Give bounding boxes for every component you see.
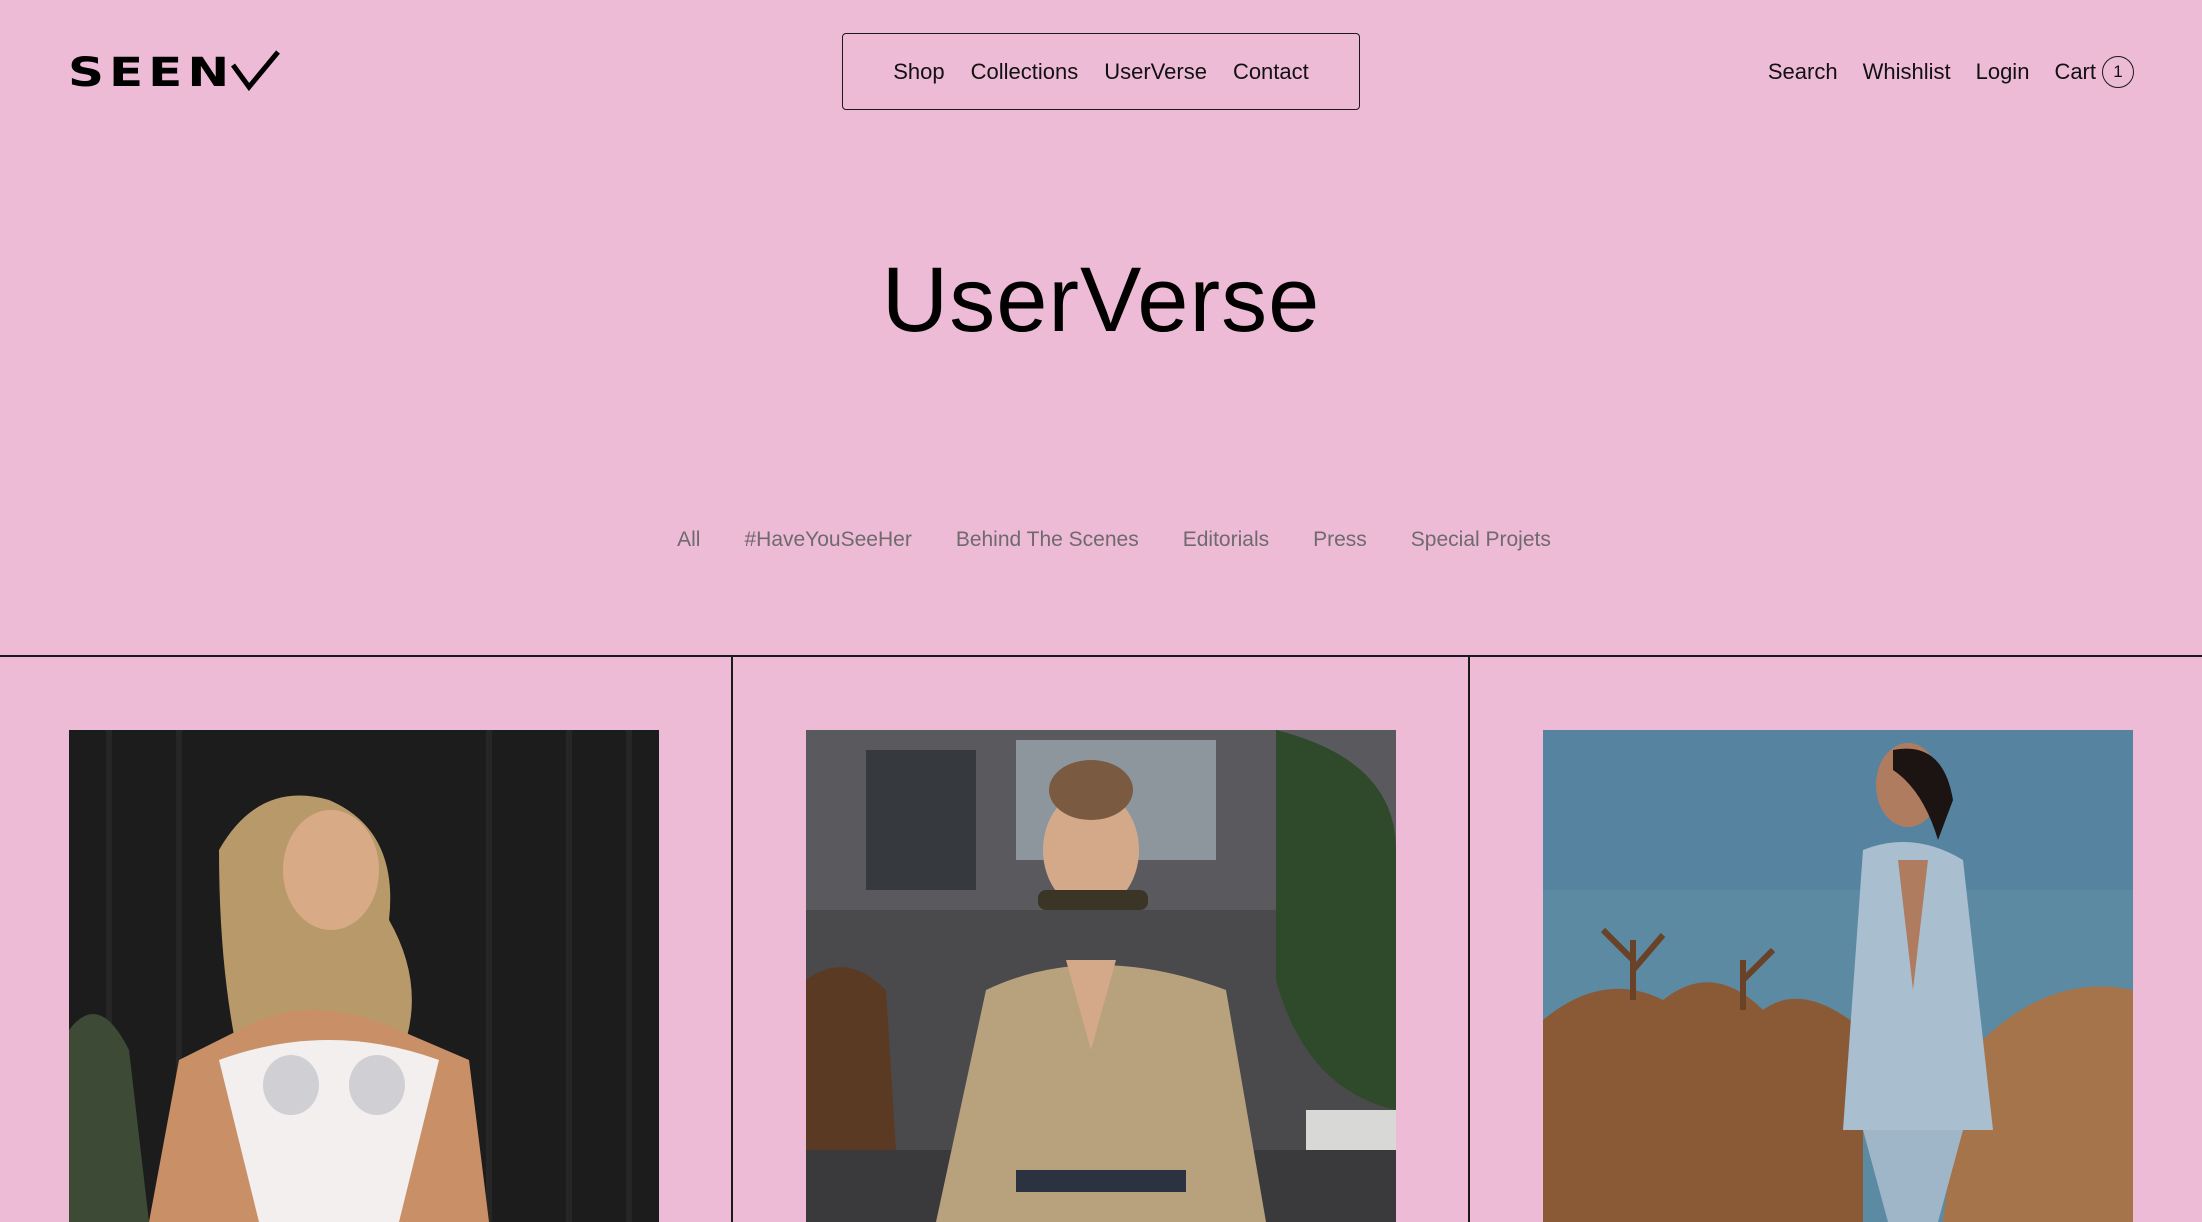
gallery-card-3[interactable] [1543, 730, 2133, 1222]
nav-collections-link[interactable]: Collections [971, 59, 1079, 85]
search-link[interactable]: Search [1768, 59, 1838, 85]
filter-press[interactable]: Press [1313, 528, 1367, 552]
nav-contact-link[interactable]: Contact [1233, 59, 1309, 85]
grid-divider-vertical [731, 656, 733, 1222]
cart-link[interactable]: Cart 1 [2054, 56, 2134, 88]
utility-nav: Search Whishlist Login Cart 1 [1768, 56, 2134, 88]
gallery-card-1[interactable] [69, 730, 659, 1222]
filter-haveyouseeher[interactable]: #HaveYouSeeHer [744, 528, 911, 552]
main-nav: Shop Collections UserVerse Contact [842, 33, 1360, 110]
brand-logo[interactable]: SEEN [68, 50, 281, 96]
filter-behind-the-scenes[interactable]: Behind The Scenes [956, 528, 1139, 552]
filter-editorials[interactable]: Editorials [1183, 528, 1269, 552]
nav-shop-link[interactable]: Shop [893, 59, 944, 85]
filter-all[interactable]: All [677, 528, 700, 552]
gallery-card-2[interactable] [806, 730, 1396, 1222]
nav-userverse-link[interactable]: UserVerse [1104, 59, 1207, 85]
wishlist-link[interactable]: Whishlist [1863, 59, 1951, 85]
page: SEEN Shop Collections UserVerse Contact … [0, 0, 2202, 1222]
photo-denim-desert-icon [1543, 730, 2133, 1222]
grid-divider-vertical [1468, 656, 1470, 1222]
checkmark-icon [230, 50, 280, 91]
login-link[interactable]: Login [1976, 59, 2030, 85]
cart-label: Cart [2054, 59, 2096, 84]
category-filters: All #HaveYouSeeHer Behind The Scenes Edi… [0, 528, 2202, 552]
page-title: UserVerse [881, 249, 1321, 351]
grid-divider-horizontal [0, 655, 2202, 657]
photo-white-corset-icon [69, 730, 659, 1222]
filter-special-projets[interactable]: Special Projets [1411, 528, 1551, 552]
logo-text: SEEN [68, 50, 235, 96]
cart-count-badge: 1 [2102, 56, 2134, 88]
photo-street-style-beige-icon [806, 730, 1396, 1222]
